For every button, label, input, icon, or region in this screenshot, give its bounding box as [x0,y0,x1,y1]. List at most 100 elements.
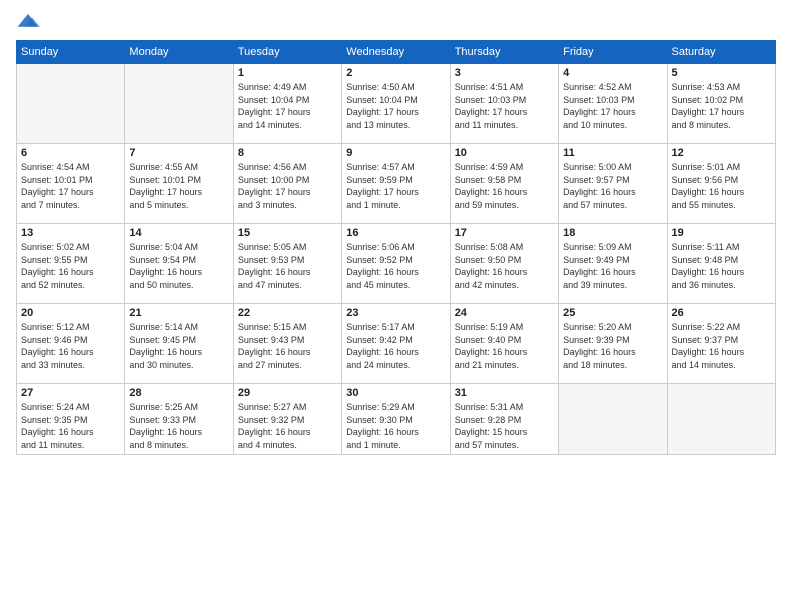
day-number: 29 [238,387,337,399]
day-info: Sunrise: 5:05 AM Sunset: 9:53 PM Dayligh… [238,241,337,291]
calendar-cell: 27 Sunrise: 5:24 AM Sunset: 9:35 PM Dayli… [17,384,125,455]
weekday-header-friday: Friday [559,41,667,64]
calendar-cell: 17 Sunrise: 5:08 AM Sunset: 9:50 PM Dayli… [450,224,558,304]
day-info: Sunrise: 5:29 AM Sunset: 9:30 PM Dayligh… [346,401,445,451]
day-info: Sunrise: 5:01 AM Sunset: 9:56 PM Dayligh… [672,161,771,211]
day-info: Sunrise: 4:49 AM Sunset: 10:04 PM Daylig… [238,81,337,131]
day-number: 5 [672,67,771,79]
calendar-cell [667,384,775,455]
day-number: 11 [563,147,662,159]
day-info: Sunrise: 5:00 AM Sunset: 9:57 PM Dayligh… [563,161,662,211]
day-info: Sunrise: 5:24 AM Sunset: 9:35 PM Dayligh… [21,401,120,451]
day-number: 7 [129,147,228,159]
day-number: 6 [21,147,120,159]
calendar-cell: 5 Sunrise: 4:53 AM Sunset: 10:02 PM Dayli… [667,64,775,144]
logo [16,12,44,32]
day-info: Sunrise: 5:08 AM Sunset: 9:50 PM Dayligh… [455,241,554,291]
day-number: 3 [455,67,554,79]
logo-icon [16,12,40,32]
day-number: 17 [455,227,554,239]
calendar-cell: 22Sunrise: 5:15 AM Sunset: 9:43 PM Dayli… [233,304,341,384]
day-info: Sunrise: 4:50 AM Sunset: 10:04 PM Daylig… [346,81,445,131]
calendar-cell: 4 Sunrise: 4:52 AM Sunset: 10:03 PM Dayli… [559,64,667,144]
weekday-header-monday: Monday [125,41,233,64]
calendar-cell: 12 Sunrise: 5:01 AM Sunset: 9:56 PM Dayli… [667,144,775,224]
day-number: 19 [672,227,771,239]
calendar-cell: 21Sunrise: 5:14 AM Sunset: 9:45 PM Dayli… [125,304,233,384]
day-number: 12 [672,147,771,159]
day-info: Sunrise: 4:53 AM Sunset: 10:02 PM Daylig… [672,81,771,131]
calendar-cell: 30 Sunrise: 5:29 AM Sunset: 9:30 PM Dayli… [342,384,450,455]
day-info: Sunrise: 5:02 AM Sunset: 9:55 PM Dayligh… [21,241,120,291]
calendar-cell: 8 Sunrise: 4:56 AM Sunset: 10:00 PM Dayli… [233,144,341,224]
calendar-cell: 28 Sunrise: 5:25 AM Sunset: 9:33 PM Dayli… [125,384,233,455]
day-number: 13 [21,227,120,239]
day-number: 8 [238,147,337,159]
calendar-cell: 23Sunrise: 5:17 AM Sunset: 9:42 PM Dayli… [342,304,450,384]
calendar-cell: 10Sunrise: 4:59 AM Sunset: 9:58 PM Dayli… [450,144,558,224]
weekday-header-thursday: Thursday [450,41,558,64]
calendar-cell: 20 Sunrise: 5:12 AM Sunset: 9:46 PM Dayli… [17,304,125,384]
page: SundayMondayTuesdayWednesdayThursdayFrid… [0,0,792,612]
weekday-header-tuesday: Tuesday [233,41,341,64]
day-info: Sunrise: 5:19 AM Sunset: 9:40 PM Dayligh… [455,321,554,371]
calendar-table: SundayMondayTuesdayWednesdayThursdayFrid… [16,40,776,455]
weekday-header-wednesday: Wednesday [342,41,450,64]
calendar-cell: 9 Sunrise: 4:57 AM Sunset: 9:59 PM Daylig… [342,144,450,224]
calendar-cell: 31Sunrise: 5:31 AM Sunset: 9:28 PM Dayli… [450,384,558,455]
day-number: 18 [563,227,662,239]
day-info: Sunrise: 4:57 AM Sunset: 9:59 PM Dayligh… [346,161,445,211]
calendar-cell [559,384,667,455]
day-info: Sunrise: 5:04 AM Sunset: 9:54 PM Dayligh… [129,241,228,291]
calendar-week-row: 27 Sunrise: 5:24 AM Sunset: 9:35 PM Dayli… [17,384,776,455]
day-number: 2 [346,67,445,79]
day-info: Sunrise: 4:56 AM Sunset: 10:00 PM Daylig… [238,161,337,211]
calendar-week-row: 6 Sunrise: 4:54 AM Sunset: 10:01 PM Dayli… [17,144,776,224]
calendar-cell: 3 Sunrise: 4:51 AM Sunset: 10:03 PM Dayli… [450,64,558,144]
calendar-cell: 24Sunrise: 5:19 AM Sunset: 9:40 PM Dayli… [450,304,558,384]
day-number: 1 [238,67,337,79]
day-number: 28 [129,387,228,399]
day-number: 20 [21,307,120,319]
day-number: 25 [563,307,662,319]
day-info: Sunrise: 5:15 AM Sunset: 9:43 PM Dayligh… [238,321,337,371]
day-info: Sunrise: 5:12 AM Sunset: 9:46 PM Dayligh… [21,321,120,371]
day-number: 31 [455,387,554,399]
day-number: 26 [672,307,771,319]
day-info: Sunrise: 5:17 AM Sunset: 9:42 PM Dayligh… [346,321,445,371]
day-info: Sunrise: 5:22 AM Sunset: 9:37 PM Dayligh… [672,321,771,371]
calendar-cell: 13 Sunrise: 5:02 AM Sunset: 9:55 PM Dayli… [17,224,125,304]
calendar-cell: 29 Sunrise: 5:27 AM Sunset: 9:32 PM Dayli… [233,384,341,455]
calendar-cell: 2 Sunrise: 4:50 AM Sunset: 10:04 PM Dayli… [342,64,450,144]
calendar-cell: 16 Sunrise: 5:06 AM Sunset: 9:52 PM Dayli… [342,224,450,304]
day-info: Sunrise: 5:06 AM Sunset: 9:52 PM Dayligh… [346,241,445,291]
day-number: 27 [21,387,120,399]
day-number: 21 [129,307,228,319]
calendar-cell: 6 Sunrise: 4:54 AM Sunset: 10:01 PM Dayli… [17,144,125,224]
day-info: Sunrise: 4:51 AM Sunset: 10:03 PM Daylig… [455,81,554,131]
weekday-header-saturday: Saturday [667,41,775,64]
day-info: Sunrise: 5:27 AM Sunset: 9:32 PM Dayligh… [238,401,337,451]
calendar-week-row: 1 Sunrise: 4:49 AM Sunset: 10:04 PM Dayli… [17,64,776,144]
day-number: 15 [238,227,337,239]
day-info: Sunrise: 4:54 AM Sunset: 10:01 PM Daylig… [21,161,120,211]
calendar-cell: 1 Sunrise: 4:49 AM Sunset: 10:04 PM Dayli… [233,64,341,144]
day-number: 16 [346,227,445,239]
header [16,12,776,32]
weekday-header-row: SundayMondayTuesdayWednesdayThursdayFrid… [17,41,776,64]
calendar-cell: 14Sunrise: 5:04 AM Sunset: 9:54 PM Dayli… [125,224,233,304]
day-number: 9 [346,147,445,159]
calendar-cell: 15 Sunrise: 5:05 AM Sunset: 9:53 PM Dayli… [233,224,341,304]
day-info: Sunrise: 4:55 AM Sunset: 10:01 PM Daylig… [129,161,228,211]
calendar-week-row: 20 Sunrise: 5:12 AM Sunset: 9:46 PM Dayli… [17,304,776,384]
calendar-week-row: 13 Sunrise: 5:02 AM Sunset: 9:55 PM Dayli… [17,224,776,304]
day-info: Sunrise: 5:09 AM Sunset: 9:49 PM Dayligh… [563,241,662,291]
calendar-cell: 7 Sunrise: 4:55 AM Sunset: 10:01 PM Dayli… [125,144,233,224]
calendar-cell: 25Sunrise: 5:20 AM Sunset: 9:39 PM Dayli… [559,304,667,384]
day-number: 4 [563,67,662,79]
calendar-cell: 18 Sunrise: 5:09 AM Sunset: 9:49 PM Dayli… [559,224,667,304]
day-info: Sunrise: 4:52 AM Sunset: 10:03 PM Daylig… [563,81,662,131]
day-info: Sunrise: 5:25 AM Sunset: 9:33 PM Dayligh… [129,401,228,451]
day-number: 30 [346,387,445,399]
calendar-cell [125,64,233,144]
